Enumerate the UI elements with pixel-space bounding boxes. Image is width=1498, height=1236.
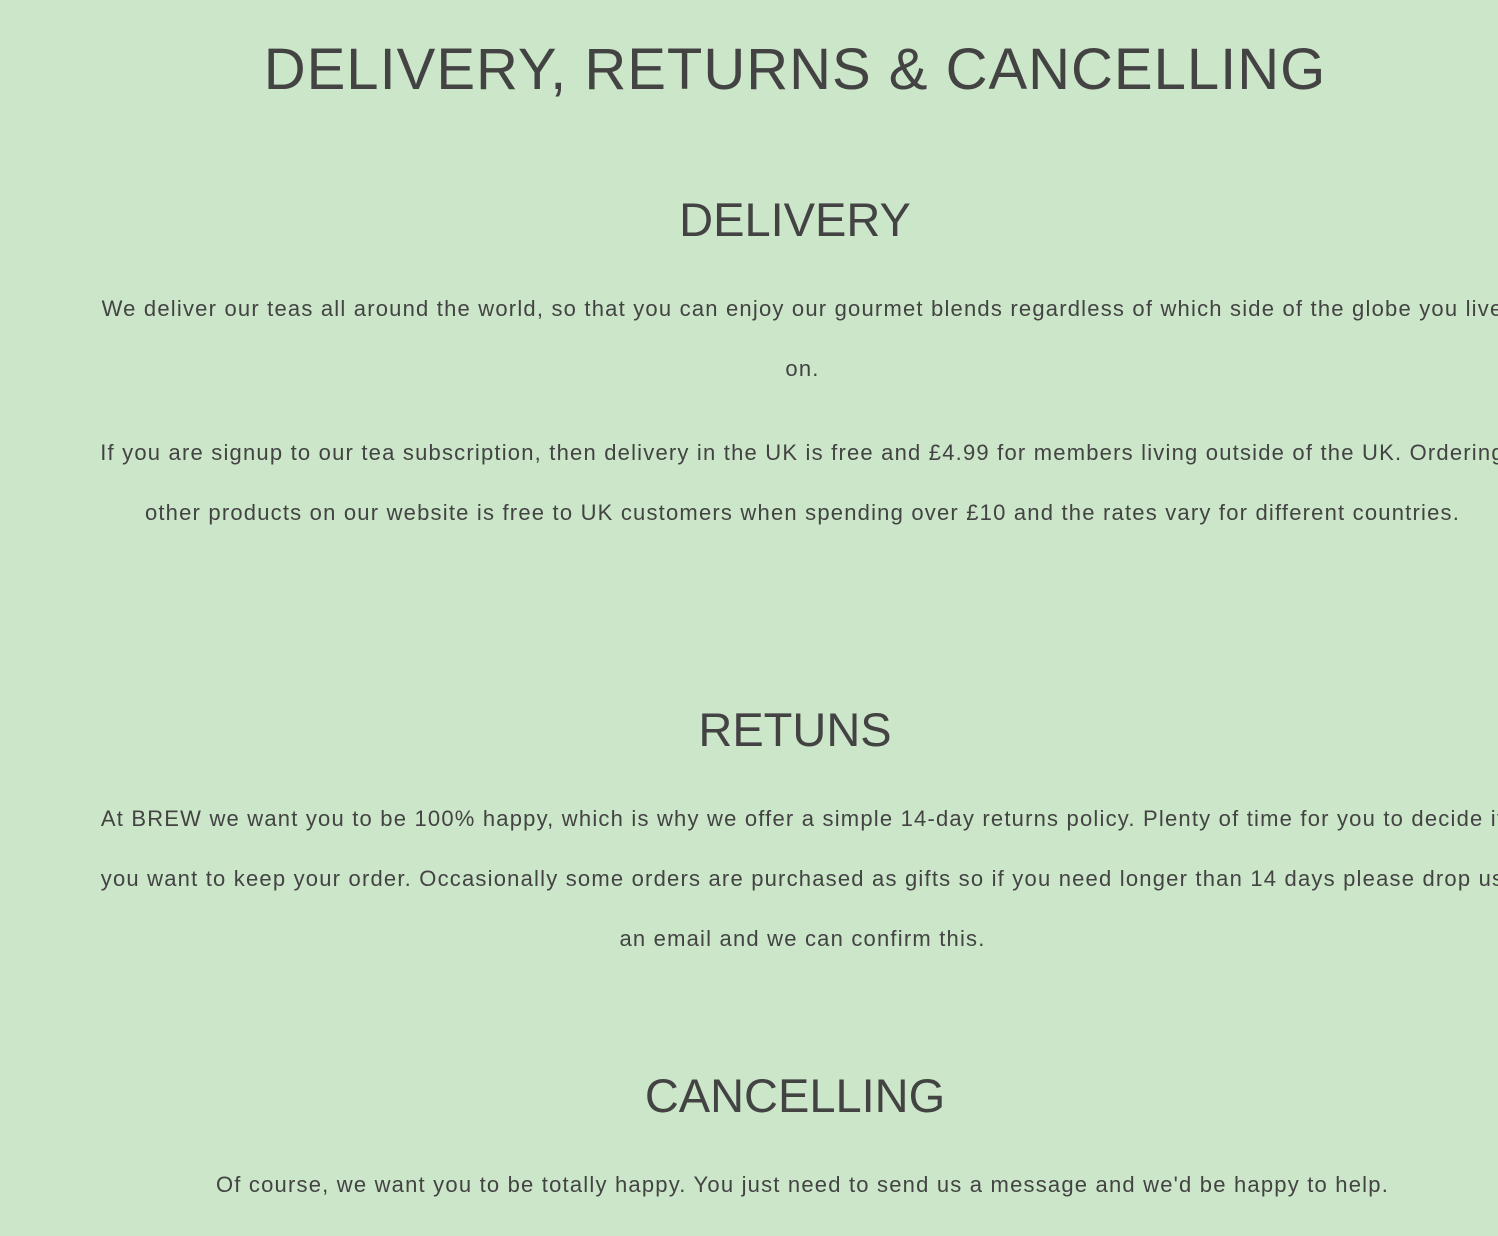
delivery-paragraph-1: We deliver our teas all around the world…	[101, 296, 1498, 381]
page-title: DELIVERY, RETURNS & CANCELLING	[263, 37, 1327, 102]
cancelling-paragraph-1: Of course, we want you to be totally hap…	[215, 1172, 1390, 1197]
cancelling-heading: CANCELLING	[644, 1069, 946, 1122]
policy-page: DELIVERY, RETURNS & CANCELLING DELIVERY …	[0, 0, 1498, 1236]
returns-paragraph-1: At BREW we want you to be 100% happy, wh…	[100, 806, 1498, 951]
delivery-heading: DELIVERY	[679, 193, 911, 246]
delivery-paragraph-2: If you are signup to our tea subscriptio…	[100, 440, 1498, 525]
returns-heading: RETUNS	[698, 703, 892, 756]
